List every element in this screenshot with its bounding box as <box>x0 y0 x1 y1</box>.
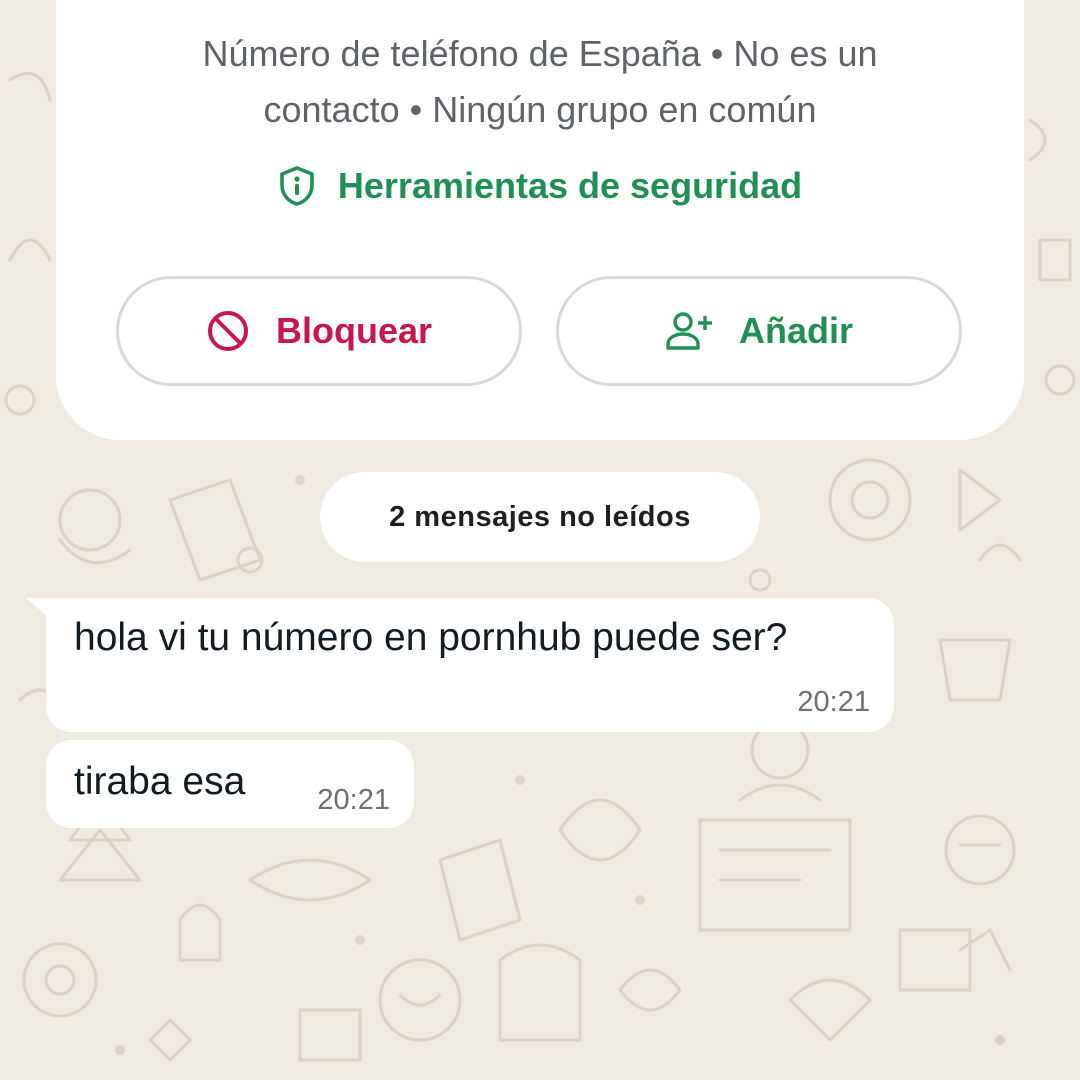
unread-messages-banner: 2 mensajes no leídos <box>320 472 760 562</box>
unread-messages-label: 2 mensajes no leídos <box>389 500 691 533</box>
message-time: 20:21 <box>797 686 870 718</box>
block-circle-icon <box>207 311 248 351</box>
block-button-label: Bloquear <box>275 310 433 351</box>
incoming-message[interactable]: hola vi tu número en pornhub puede ser? … <box>46 598 894 732</box>
block-button[interactable]: Bloquear <box>116 276 522 386</box>
contact-info-line-2: contacto • Ningún grupo en común <box>263 89 817 130</box>
message-text: hola vi tu número en pornhub puede ser? <box>74 616 788 659</box>
shield-info-icon <box>280 166 314 206</box>
add-contact-label: Añadir <box>738 310 853 351</box>
message-time: 20:21 <box>317 784 390 816</box>
contact-info-card: Número de teléfono de España • No es un … <box>56 0 1024 440</box>
security-tools-label: Herramientas de seguridad <box>337 165 803 206</box>
message-text: tiraba esa <box>74 760 246 803</box>
contact-info-line-1: Número de teléfono de España • No es un <box>202 33 878 74</box>
add-contact-button[interactable]: Añadir <box>556 276 962 386</box>
incoming-message[interactable]: tiraba esa 20:21 <box>46 740 414 828</box>
add-person-icon <box>666 312 712 350</box>
security-tools-link[interactable]: Herramientas de seguridad <box>56 156 1024 216</box>
